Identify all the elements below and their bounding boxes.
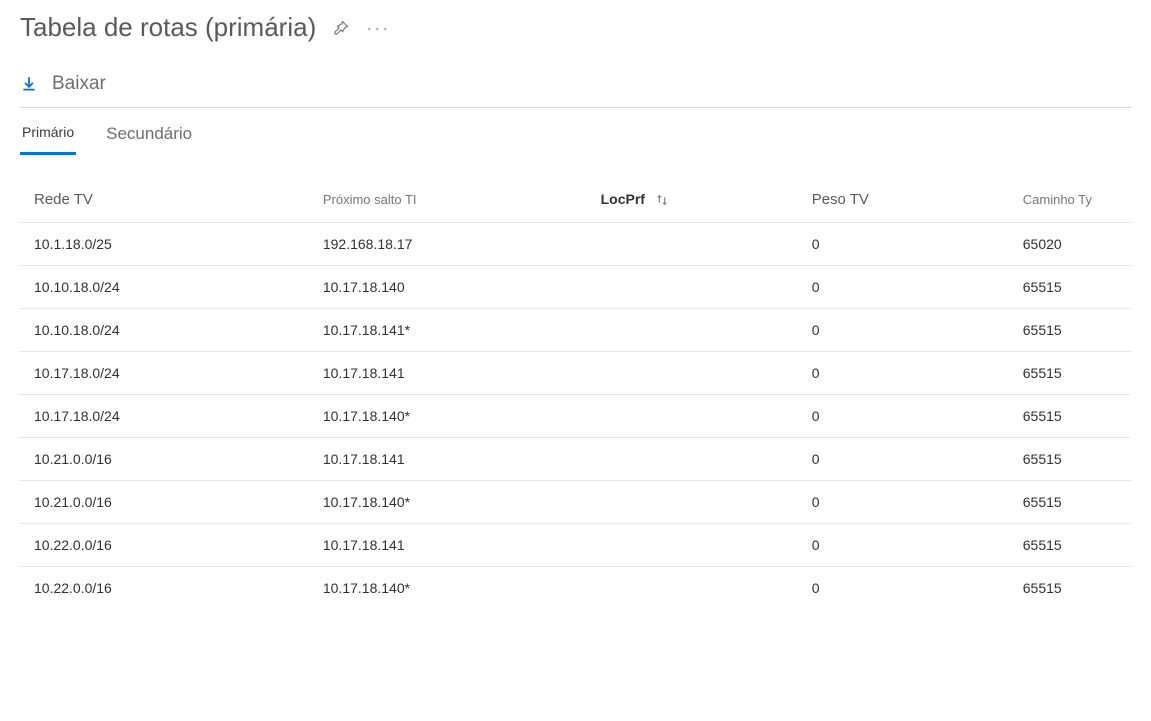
cell-locprf [587,438,798,481]
cell-path: 65515 [1009,438,1131,481]
table-row[interactable]: 10.21.0.0/1610.17.18.141 065515 [20,438,1131,481]
cell-locprf [587,352,798,395]
sort-icon [655,193,669,208]
table-row[interactable]: 10.21.0.0/1610.17.18.140* 065515 [20,481,1131,524]
pin-icon[interactable] [330,17,352,39]
cell-rede: 10.10.18.0/24 [20,266,309,309]
cell-nexthop: 10.17.18.141 [309,524,587,567]
cell-nexthop: 10.17.18.141* [309,309,587,352]
cell-path: 65515 [1009,309,1131,352]
cell-peso: 0 [798,567,1009,610]
cell-locprf [587,309,798,352]
cell-path: 65515 [1009,567,1131,610]
col-header-path[interactable]: Caminho Ty [1009,183,1131,223]
cell-path: 65515 [1009,266,1131,309]
cell-locprf [587,223,798,266]
download-icon [20,75,38,93]
cell-path: 65020 [1009,223,1131,266]
download-label: Baixar [52,73,106,95]
cell-rede: 10.17.18.0/24 [20,395,309,438]
toolbar: Baixar [20,73,1131,108]
cell-peso: 0 [798,266,1009,309]
col-header-path-label: Caminho Ty [1023,192,1092,207]
cell-nexthop: 10.17.18.140* [309,567,587,610]
tabs: Primário Secundário [20,120,1131,155]
cell-peso: 0 [798,223,1009,266]
cell-locprf [587,524,798,567]
col-header-locprf[interactable]: LocPrf [587,183,798,223]
cell-path: 65515 [1009,352,1131,395]
col-header-locprf-label: LocPrf [601,191,645,207]
page-header: Tabela de rotas (primária) ··· [20,12,1131,43]
route-table: Rede TV Próximo salto TI LocPrf Peso T [20,183,1131,609]
col-header-peso[interactable]: Peso TV [798,183,1009,223]
cell-peso: 0 [798,352,1009,395]
table-row[interactable]: 10.22.0.0/1610.17.18.141 065515 [20,524,1131,567]
cell-rede: 10.17.18.0/24 [20,352,309,395]
tab-primary[interactable]: Primário [20,120,76,155]
col-header-nexthop-label: Próximo salto TI [323,192,417,207]
cell-rede: 10.22.0.0/16 [20,524,309,567]
cell-nexthop: 10.17.18.141 [309,352,587,395]
table-row[interactable]: 10.22.0.0/1610.17.18.140* 065515 [20,567,1131,610]
cell-peso: 0 [798,524,1009,567]
col-header-rede[interactable]: Rede TV [20,183,309,223]
cell-path: 65515 [1009,481,1131,524]
download-button[interactable]: Baixar [20,73,106,95]
tab-secondary[interactable]: Secundário [104,120,194,155]
cell-nexthop: 10.17.18.140* [309,395,587,438]
table-row[interactable]: 10.17.18.0/2410.17.18.140* 065515 [20,395,1131,438]
cell-peso: 0 [798,309,1009,352]
cell-path: 65515 [1009,524,1131,567]
cell-nexthop: 10.17.18.141 [309,438,587,481]
cell-rede: 10.21.0.0/16 [20,438,309,481]
cell-nexthop: 10.17.18.140* [309,481,587,524]
cell-locprf [587,567,798,610]
cell-rede: 10.22.0.0/16 [20,567,309,610]
table-row[interactable]: 10.10.18.0/2410.17.18.140 065515 [20,266,1131,309]
table-row[interactable]: 10.10.18.0/2410.17.18.141* 065515 [20,309,1131,352]
cell-rede: 10.1.18.0/25 [20,223,309,266]
col-header-rede-label: Rede TV [34,191,93,208]
more-menu-icon[interactable]: ··· [366,19,390,37]
table-row[interactable]: 10.1.18.0/25192.168.18.17 065020 [20,223,1131,266]
table-row[interactable]: 10.17.18.0/2410.17.18.141 065515 [20,352,1131,395]
col-header-peso-label: Peso TV [812,191,869,208]
cell-nexthop: 10.17.18.140 [309,266,587,309]
table-header-row: Rede TV Próximo salto TI LocPrf Peso T [20,183,1131,223]
cell-locprf [587,481,798,524]
cell-peso: 0 [798,438,1009,481]
cell-path: 65515 [1009,395,1131,438]
col-header-nexthop[interactable]: Próximo salto TI [309,183,587,223]
page-title: Tabela de rotas (primária) [20,12,316,43]
cell-locprf [587,266,798,309]
cell-locprf [587,395,798,438]
cell-peso: 0 [798,395,1009,438]
cell-rede: 10.10.18.0/24 [20,309,309,352]
cell-nexthop: 192.168.18.17 [309,223,587,266]
cell-peso: 0 [798,481,1009,524]
cell-rede: 10.21.0.0/16 [20,481,309,524]
